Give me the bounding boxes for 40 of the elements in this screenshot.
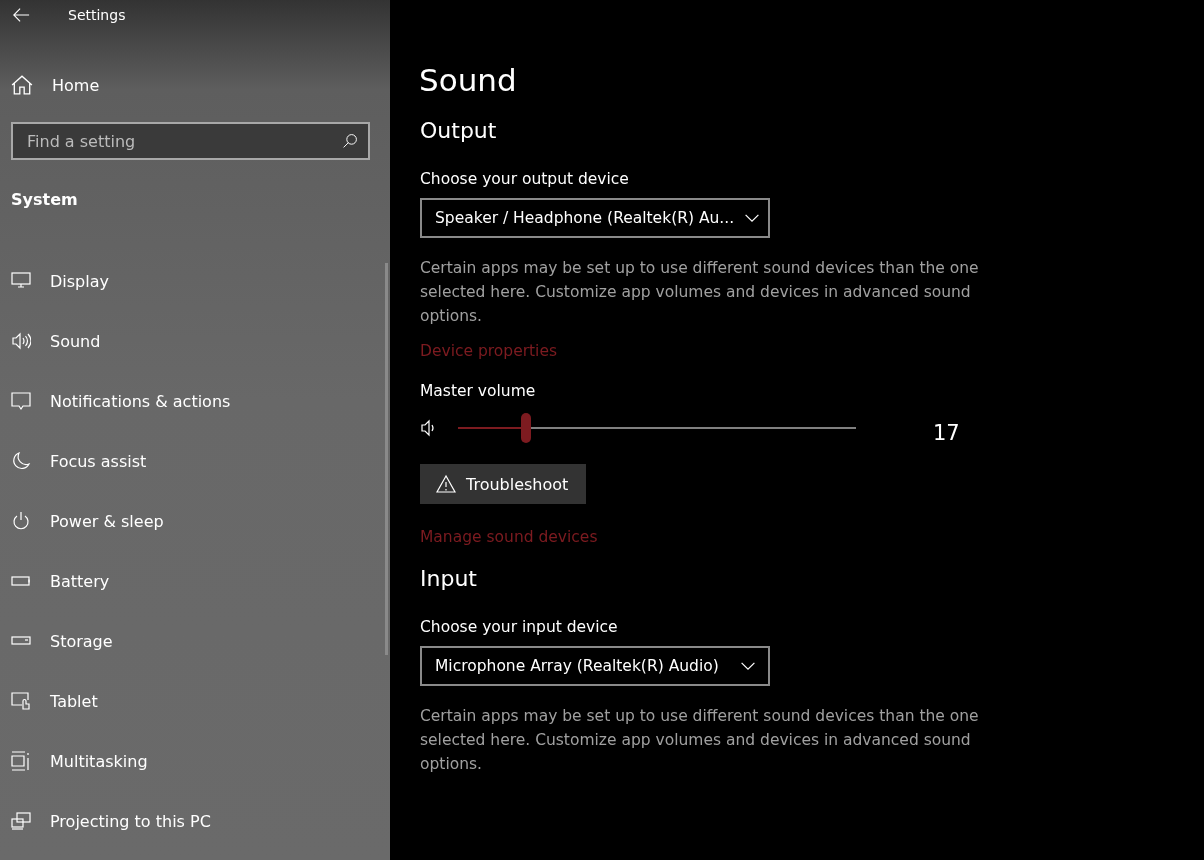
- projector-screens-icon: [11, 811, 31, 831]
- field-label: Choose your input device: [420, 618, 619, 636]
- sidebar-item[interactable]: Sound: [0, 311, 390, 371]
- home-nav-item[interactable]: Home: [0, 55, 390, 115]
- volume-value: 17: [933, 421, 960, 445]
- slider-thumb[interactable]: [520, 413, 531, 443]
- scrollbar[interactable]: [385, 263, 388, 655]
- monitor-icon: [11, 271, 31, 291]
- troubleshoot-button[interactable]: Troubleshoot: [420, 464, 587, 504]
- sidebar-item[interactable]: Power & sleep: [0, 491, 390, 551]
- search-icon: [342, 133, 358, 149]
- description-text: Certain apps may be set up to use different sound devices than the one selected here. Customize app volumes and devices in advanced sound options.: [420, 258, 980, 327]
- multitasking-icon: [11, 751, 31, 771]
- device-dropdown[interactable]: Speaker / Headphone (Realtek(R) Au...: [420, 198, 770, 238]
- sidebar-item[interactable]: Multitasking: [0, 731, 390, 791]
- back-arrow-icon: [12, 6, 30, 24]
- sidebar-item[interactable]: Battery: [0, 551, 390, 611]
- sidebar-item[interactable]: Focus assist: [0, 431, 390, 491]
- sidebar-item[interactable]: Display: [0, 251, 390, 311]
- speech-bubble-icon: [11, 391, 31, 411]
- speaker-icon: [11, 331, 31, 351]
- field-label: Choose your output device: [420, 170, 630, 188]
- section-heading: System: [10, 189, 79, 209]
- description-text: Certain apps may be set up to use different sound devices than the one selected here. Customize app volumes and devices in advanced sound options.: [420, 706, 980, 775]
- moon-icon: [11, 451, 31, 471]
- field-label: Master volume: [420, 382, 537, 400]
- power-icon: [11, 511, 31, 531]
- tablet-touch-icon: [11, 691, 31, 711]
- sidebar-item[interactable]: Storage: [0, 611, 390, 671]
- sidebar-item[interactable]: Notifications & actions: [0, 371, 390, 431]
- page-title: Sound: [419, 62, 518, 98]
- warning-icon: [436, 474, 456, 494]
- window-title: Settings: [68, 7, 126, 23]
- sidebar-item[interactable]: Tablet: [0, 671, 390, 731]
- section-heading: Output: [420, 118, 498, 143]
- section-heading: Input: [420, 566, 478, 591]
- sidebar-item[interactable]: Projecting to this PC: [0, 791, 390, 851]
- device-dropdown[interactable]: Microphone Array (Realtek(R) Audio): [420, 646, 770, 686]
- home-icon: [11, 74, 33, 96]
- search-field[interactable]: Find a setting: [11, 122, 370, 160]
